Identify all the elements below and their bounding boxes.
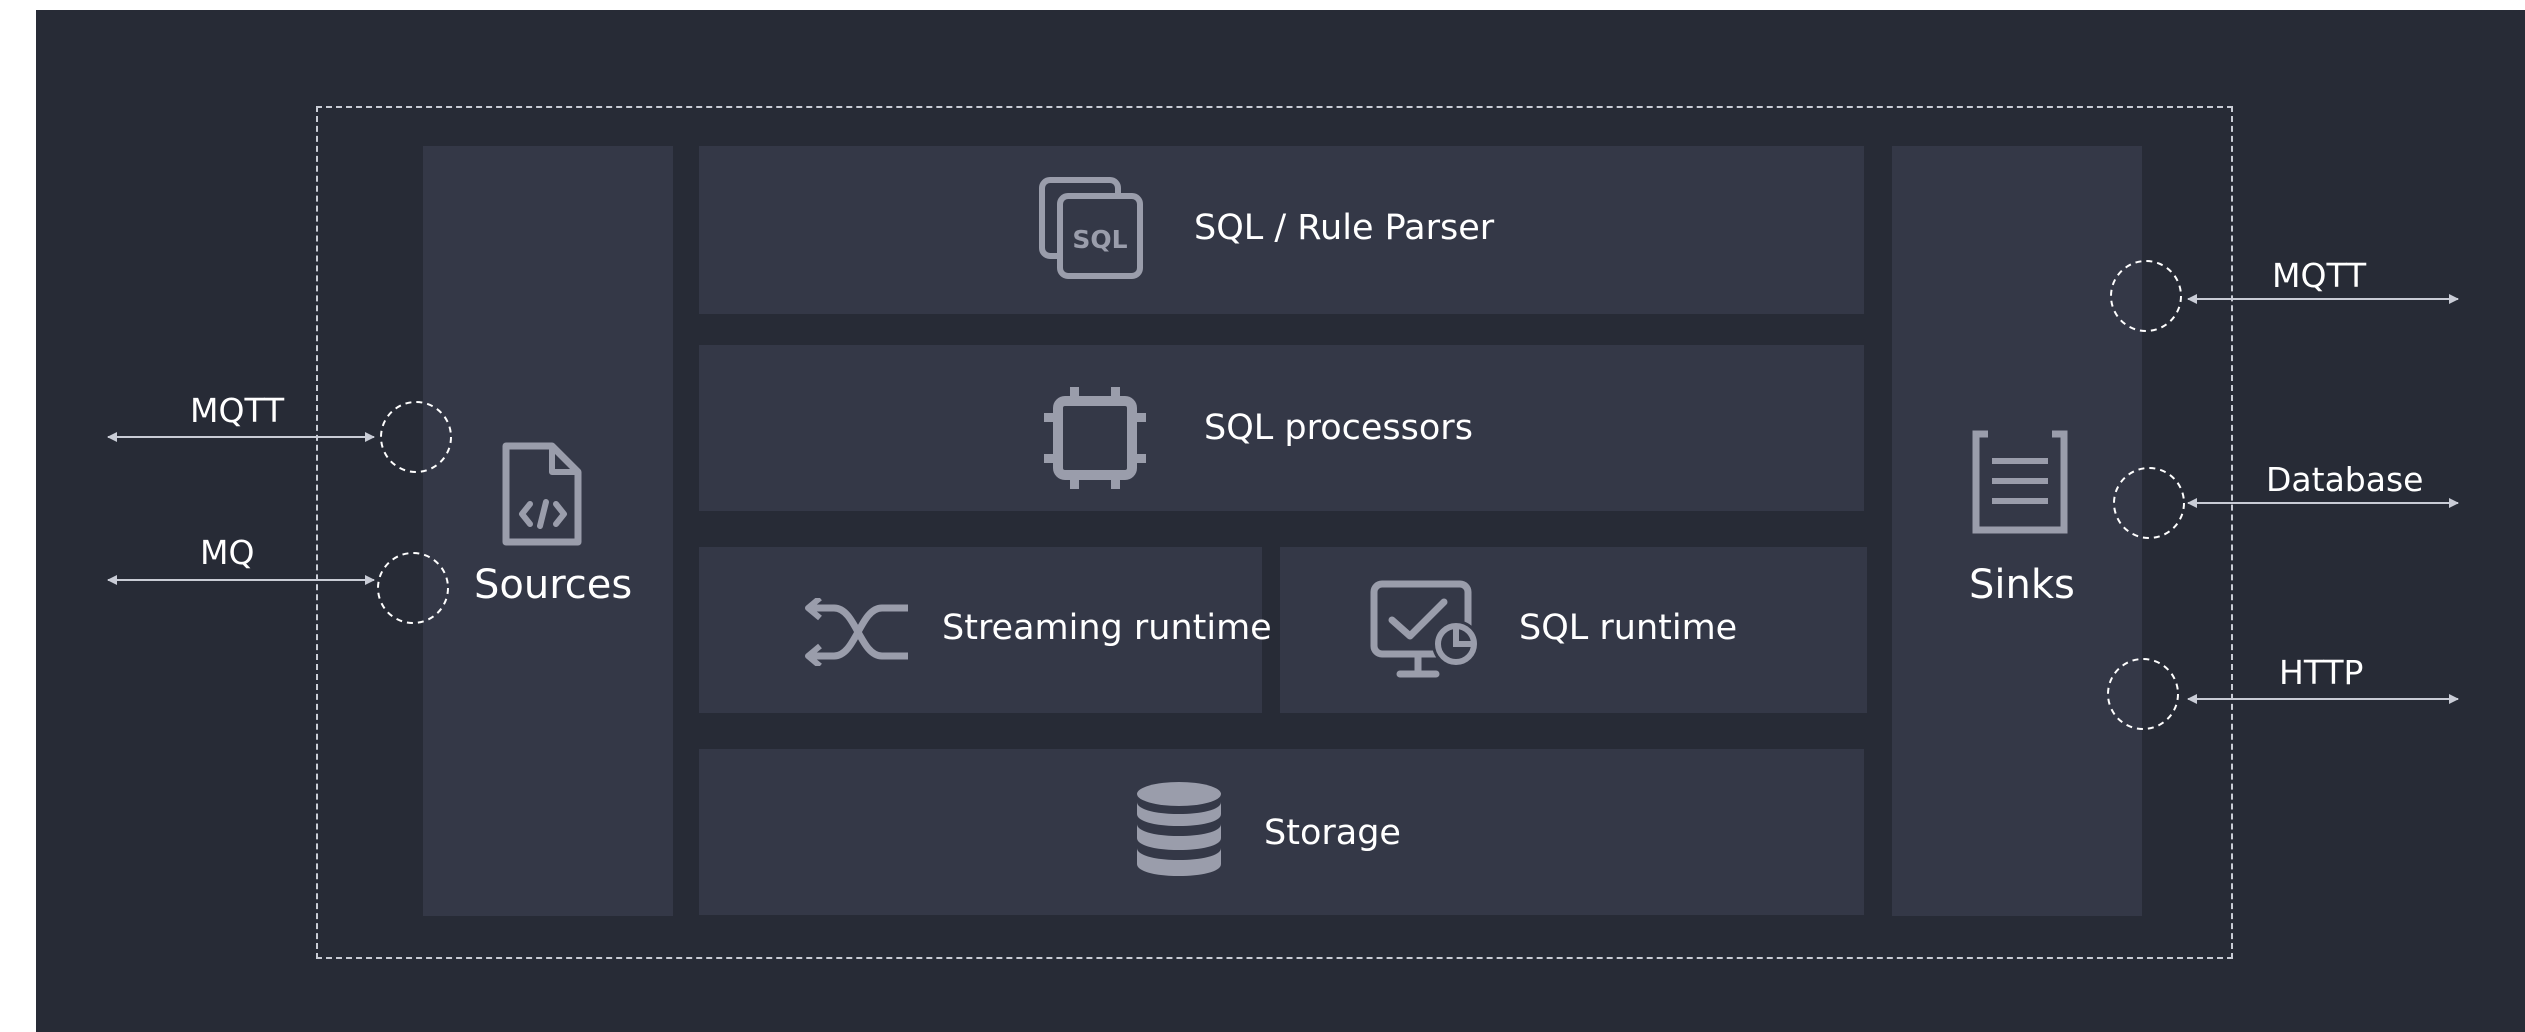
output-database-label: Database (2266, 460, 2424, 499)
input-mq-label: MQ (200, 533, 255, 572)
input-mqtt-label: MQTT (190, 391, 285, 430)
output-http-port (2107, 658, 2179, 730)
output-mqtt-port (2110, 260, 2182, 332)
input-mqtt-port (380, 401, 452, 473)
output-database-port (2113, 467, 2185, 539)
connectors-layer (107, 260, 2459, 730)
output-http-label: HTTP (2279, 653, 2364, 692)
output-mqtt-label: MQTT (2272, 256, 2367, 295)
input-mq-port (377, 552, 449, 624)
